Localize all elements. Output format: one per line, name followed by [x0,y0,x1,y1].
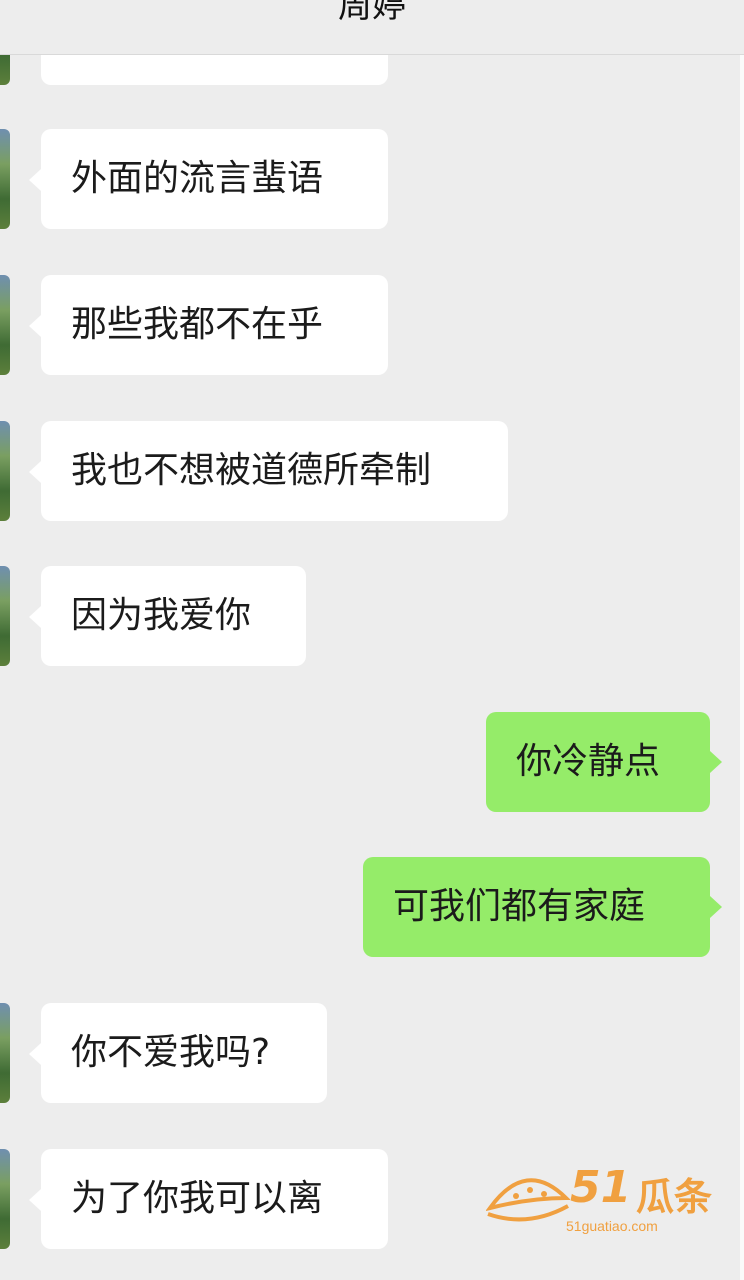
contact-avatar[interactable] [0,129,10,229]
bubble-tail [29,1189,41,1211]
message-text: 可我们都有家庭 [393,886,646,927]
chat-title: 周婷 [338,0,406,26]
message-text: 你冷静点 [516,741,661,782]
message-bubble-outgoing[interactable]: 可我们都有家庭 [363,857,710,957]
watermark-number: 51 [570,1162,632,1213]
message-bubble-incoming[interactable]: 我也不想被道德所牵制 [41,421,508,521]
contact-avatar[interactable] [0,1149,10,1249]
message-text: 为了你我可以离 [71,1178,324,1219]
message-bubble-incoming[interactable]: 因为我爱你 [41,566,306,666]
watermelon-icon [485,1178,571,1222]
bubble-tail [29,606,41,628]
message-text: 我也不想被道德所牵制 [71,450,432,491]
message-bubble-incoming[interactable]: 为了你我可以离 [41,1149,388,1249]
contact-avatar[interactable] [0,1003,10,1103]
message-text: 外面的流言蜚语 [71,158,324,199]
message-bubble-incoming[interactable]: 你不爱我吗? [41,1003,327,1103]
message-bubble-outgoing[interactable]: 你冷静点 [486,712,710,812]
bubble-tail [710,751,722,773]
contact-avatar[interactable] [0,566,10,666]
watermark-url: 51guatiao.com [566,1218,658,1234]
message-bubble-incoming[interactable]: 那些我都不在乎 [41,275,388,375]
message-bubble-incoming[interactable]: 外面的流言蜚语 [41,129,388,229]
screen-edge [740,0,744,1280]
watermark-logo: 51 瓜条 51guatiao.com [485,1162,726,1238]
message-text: 你不爱我吗? [71,1032,271,1073]
message-text: 那些我都不在乎 [71,304,324,345]
message-text: 因为我爱你 [71,595,252,636]
bubble-tail [710,896,722,918]
contact-avatar[interactable] [0,275,10,375]
bubble-tail [29,1043,41,1065]
bubble-tail [29,315,41,337]
bubble-tail [29,169,41,191]
watermark-name: 瓜条 [636,1175,713,1219]
bubble-tail [29,461,41,483]
chat-header: 周婷 [0,0,744,55]
contact-avatar[interactable] [0,421,10,521]
